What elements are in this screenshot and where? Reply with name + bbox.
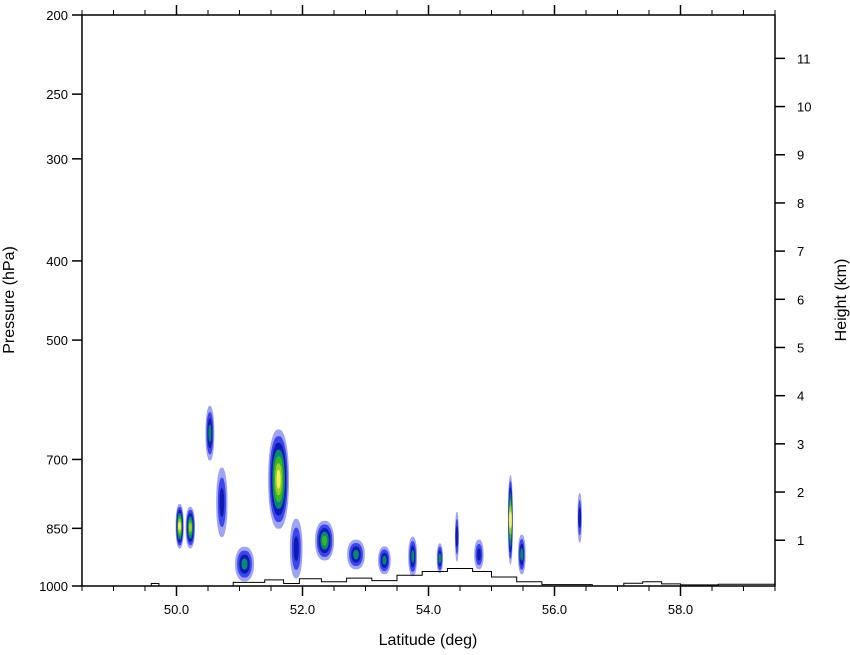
contour-cell-5 — [235, 546, 254, 582]
contour-level-4 — [520, 548, 524, 561]
pressure-tick-label: 200 — [46, 8, 68, 23]
contour-cell-17 — [577, 492, 582, 543]
height-tick-label: 8 — [797, 196, 804, 211]
contour-level-5 — [322, 535, 327, 546]
contour-field — [175, 405, 582, 582]
contour-level-4 — [241, 558, 248, 570]
pressure-tick-label: 700 — [46, 452, 68, 467]
contour-cell-2 — [185, 506, 195, 549]
height-tick-label: 1 — [797, 533, 804, 548]
pressure-tick-label: 500 — [46, 333, 68, 348]
contour-level-4 — [208, 424, 212, 442]
contour-level-3 — [455, 526, 459, 547]
chart: 50.0 52.0 54.0 56.0 58.020025030040050070085… — [1, 5, 850, 649]
contour-cell-6 — [268, 429, 289, 529]
y-axis-title-right: Height (km) — [833, 259, 850, 342]
axis-ticks: 50.0 52.0 54.0 56.0 58.020025030040050070085… — [39, 5, 811, 617]
plot-frame — [81, 14, 776, 587]
height-tick-label: 10 — [797, 100, 811, 115]
contour-level-3 — [477, 548, 481, 561]
contour-level-3 — [578, 507, 582, 528]
height-tick-label: 3 — [797, 437, 804, 452]
contour-cell-15 — [507, 475, 513, 565]
contour-level-7 — [276, 469, 281, 489]
contour-level-7 — [178, 522, 182, 531]
x-tick-label: 52.0 — [290, 602, 315, 617]
contour-level-3 — [293, 536, 299, 561]
contour-level-4 — [438, 553, 442, 564]
x-axis-title: Latitude (deg) — [379, 632, 478, 649]
contour-cell-4 — [216, 467, 228, 538]
contour-level-4 — [353, 549, 359, 560]
contour-cell-12 — [436, 543, 443, 574]
contour-cell-10 — [378, 546, 391, 575]
contour-cell-3 — [205, 405, 215, 461]
height-tick-label: 6 — [797, 292, 804, 307]
contour-level-4 — [411, 550, 415, 563]
height-tick-label: 9 — [797, 148, 804, 163]
contour-level-4 — [382, 555, 387, 565]
height-tick-label: 2 — [797, 485, 804, 500]
contour-cell-7 — [289, 518, 303, 579]
pressure-tick-label: 850 — [46, 521, 68, 536]
contour-level-3 — [219, 488, 225, 517]
contour-cell-11 — [408, 536, 418, 577]
terrain-outline — [82, 568, 775, 587]
x-tick-label: 54.0 — [416, 602, 441, 617]
pressure-tick-label: 250 — [46, 87, 68, 102]
contour-cell-13 — [455, 511, 459, 562]
x-tick-label: 56.0 — [542, 602, 567, 617]
height-tick-label: 5 — [797, 340, 804, 355]
contour-cell-8 — [315, 520, 334, 561]
x-tick-label: 50.0 — [164, 602, 189, 617]
height-tick-label: 4 — [797, 389, 804, 404]
x-tick-label: 58.0 — [668, 602, 693, 617]
contour-cell-14 — [474, 539, 484, 570]
y-axis-title-left: Pressure (hPa) — [1, 246, 18, 354]
contour-cell-1 — [175, 503, 184, 549]
height-tick-label: 7 — [797, 244, 804, 259]
contour-level-6 — [188, 522, 192, 532]
contour-cell-16 — [518, 534, 526, 575]
contour-level-7 — [508, 511, 512, 529]
height-tick-label: 11 — [797, 51, 811, 66]
pressure-tick-label: 300 — [46, 152, 68, 167]
pressure-tick-label: 400 — [46, 254, 68, 269]
contour-cell-9 — [347, 539, 365, 570]
pressure-tick-label: 1000 — [39, 579, 68, 594]
